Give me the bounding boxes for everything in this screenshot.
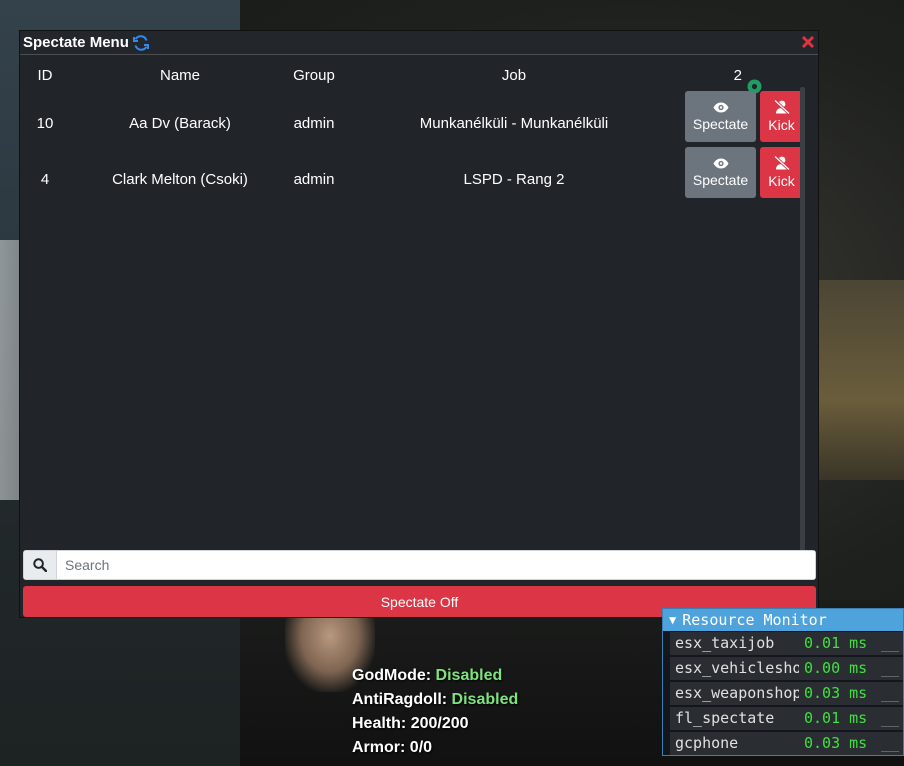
resource-ms: 0.01 ms [799,632,880,655]
spectate-button-label: Spectate [692,171,749,188]
window-title: Spectate Menu [23,34,129,51]
resource-graph: __ [877,707,903,730]
armor-label: Armor: [352,739,406,756]
kick-button[interactable]: Kick [760,91,803,142]
armor-status: Armor: 0/0 [352,736,518,760]
spectate-menu-window: Spectate Menu ID Name Group Job 2 10 Aa … [19,30,819,618]
resource-name: esx_vehicleshop [670,657,803,680]
refresh-icon[interactable] [132,34,150,52]
resource-graph: __ [877,682,903,705]
armor-value: 0/0 [409,739,433,756]
antiragdoll-label: AntiRagdoll: [352,691,448,708]
row-id: 10 [36,115,54,132]
antiragdoll-value: Disabled [451,691,519,708]
header-name: Name [159,67,200,84]
table-scrollbar[interactable] [800,87,805,567]
eye-icon [713,102,728,112]
resource-row: gcphone 0.03 ms __ [663,731,903,755]
row-job: LSPD - Rang 2 [463,171,565,188]
search-icon [24,551,57,579]
row-name: Clark Melton (Csoki) [112,171,248,188]
spectate-button[interactable]: Spectate [685,147,756,198]
resource-row: esx_weaponshop 0.03 ms __ [663,681,903,706]
godmode-value: Disabled [435,667,503,684]
table-header: ID Name Group Job 2 [20,67,808,94]
players-table: ID Name Group Job 2 10 Aa Dv (Barack) ad… [20,55,808,567]
resource-ms: 0.03 ms [799,682,880,705]
row-job: Munkanélküli - Munkanélküli [419,115,609,132]
health-label: Health: [352,715,407,732]
collapse-triangle-icon[interactable]: ▼ [669,613,676,627]
player-status: GodMode: Disabled AntiRagdoll: Disabled … [352,664,518,760]
resource-monitor: ▼ Resource Monitor esx_taxijob 0.01 ms _… [662,608,904,756]
spectate-button[interactable]: Spectate [685,91,756,142]
user-slash-icon [773,100,790,114]
background-light [814,280,904,480]
health-status: Health: 200/200 [352,712,518,736]
godmode-status: GodMode: Disabled [352,664,518,688]
resource-row: fl_spectate 0.01 ms __ [663,706,903,731]
row-group: admin [293,115,335,132]
online-count: 2 [733,67,742,84]
eye-icon [713,158,728,168]
resource-graph: __ [877,657,903,680]
resource-name: esx_weaponshop [670,682,803,705]
godmode-label: GodMode: [352,667,432,684]
spectate-button-label: Spectate [692,115,749,132]
resource-name: esx_taxijob [670,632,803,655]
kick-button-label: Kick [768,117,795,133]
row-id: 4 [40,171,50,188]
row-name: Aa Dv (Barack) [129,115,231,132]
resource-row: esx_vehicleshop 0.00 ms __ [663,656,903,681]
close-icon[interactable] [801,35,815,49]
health-value: 200/200 [410,715,469,732]
antiragdoll-status: AntiRagdoll: Disabled [352,688,518,712]
user-slash-icon [773,156,790,170]
search-input[interactable] [57,551,815,579]
resource-monitor-header[interactable]: ▼ Resource Monitor [663,609,903,631]
row-group: admin [293,171,335,188]
resource-name: fl_spectate [670,707,803,730]
titlebar: Spectate Menu [20,31,818,55]
header-job: Job [501,67,527,84]
header-id: ID [37,67,53,84]
resource-ms: 0.03 ms [799,732,880,755]
resource-name: gcphone [670,732,803,755]
search-box [23,550,816,580]
resource-ms: 0.00 ms [799,657,880,680]
resource-graph: __ [877,632,903,655]
kick-button-label: Kick [768,173,795,189]
kick-button[interactable]: Kick [760,147,803,198]
resource-ms: 0.01 ms [799,707,880,730]
resource-row: esx_taxijob 0.01 ms __ [663,631,903,656]
resource-graph: __ [877,732,903,755]
resource-monitor-title: Resource Monitor [682,611,827,629]
header-group: Group [293,67,335,84]
